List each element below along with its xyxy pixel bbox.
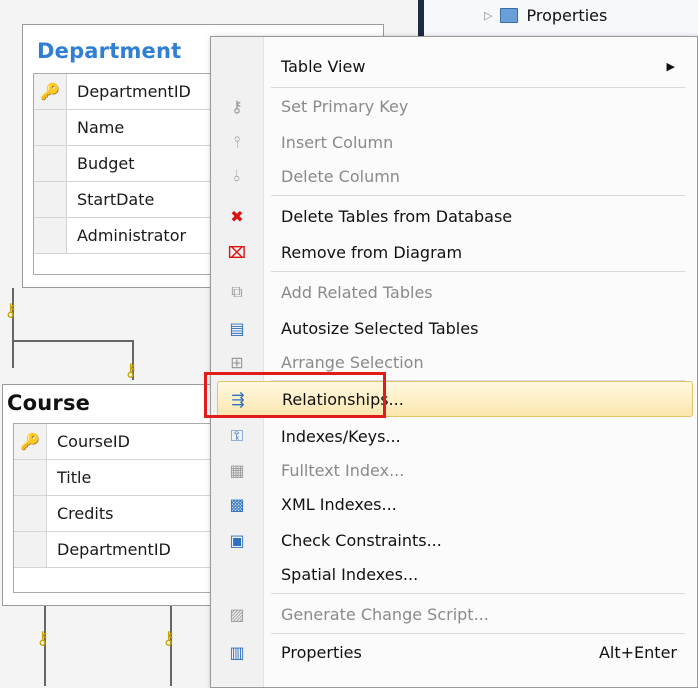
remove-from-diagram-icon: ⌧ xyxy=(227,242,247,262)
submenu-arrow-icon: ▶ xyxy=(666,59,675,73)
delete-table-icon: ✖ xyxy=(230,206,244,226)
xml-indexes-icon: ▩ xyxy=(229,494,245,514)
menu-item-fulltext-index[interactable]: ▦ Fulltext Index... xyxy=(217,453,691,487)
shortcut-label: Alt+Enter xyxy=(598,642,677,662)
menu-item-remove-from-diagram[interactable]: ⌧ Remove from Diagram xyxy=(217,235,691,269)
column-name: DepartmentID xyxy=(77,82,191,101)
menu-item-delete-column[interactable]: ⫰ Delete Column xyxy=(217,159,691,193)
menu-item-xml-indexes[interactable]: ▩ XML Indexes... xyxy=(217,487,691,521)
menu-item-generate-change-script[interactable]: ▨ Generate Change Script... xyxy=(217,597,691,631)
menu-item-properties[interactable]: ▥ Properties Alt+Enter xyxy=(217,635,691,669)
insert-column-icon: ⫯ xyxy=(233,132,241,151)
relationship-key-icon: ⚷ xyxy=(162,628,176,649)
department-table-title: Department xyxy=(37,39,182,63)
menu-separator xyxy=(271,593,685,594)
properties-folder-icon xyxy=(500,8,519,23)
menu-item-check-constraints[interactable]: ▣ Check Constraints... xyxy=(217,523,691,557)
tree-item-label: Properties xyxy=(526,6,608,25)
course-table-title: Course xyxy=(7,391,91,415)
menu-separator xyxy=(271,195,685,196)
relationship-key-icon: ⚷ xyxy=(4,300,18,321)
menu-item-spatial-indexes[interactable]: Spatial Indexes... xyxy=(217,557,691,591)
check-constraints-icon: ▣ xyxy=(229,530,245,550)
highlight-annotation-box xyxy=(204,372,386,418)
menu-separator xyxy=(271,271,685,272)
context-menu: Table View ▶ ⚷ Set Primary Key ⫯ Insert … xyxy=(210,36,698,688)
column-name: CourseID xyxy=(57,432,130,451)
relationship-key-icon: ⚷ xyxy=(36,628,50,649)
column-name: StartDate xyxy=(77,190,155,209)
properties-icon: ▥ xyxy=(229,642,245,662)
tree-item-properties[interactable]: ▷ Properties xyxy=(484,6,607,25)
menu-separator xyxy=(271,87,685,88)
delete-column-icon: ⫰ xyxy=(233,166,241,185)
autosize-tables-icon: ▤ xyxy=(229,318,245,338)
menu-item-table-view[interactable]: Table View ▶ xyxy=(217,49,691,83)
fulltext-index-icon: ▦ xyxy=(229,460,245,480)
column-name: DepartmentID xyxy=(57,540,171,559)
add-related-tables-icon: ⧉ xyxy=(231,282,243,301)
generate-script-icon: ▨ xyxy=(229,604,245,624)
indexes-keys-icon: ⚿ xyxy=(230,426,244,445)
column-name: Budget xyxy=(77,154,135,173)
menu-item-autosize-tables[interactable]: ▤ Autosize Selected Tables xyxy=(217,311,691,345)
column-name: Credits xyxy=(57,504,114,523)
relationship-line[interactable] xyxy=(12,340,132,342)
relationship-key-icon: ⚷ xyxy=(124,360,138,381)
menu-item-delete-tables[interactable]: ✖ Delete Tables from Database xyxy=(217,199,691,233)
primary-key-icon: 🔑 xyxy=(40,82,60,101)
menu-item-indexes-keys[interactable]: ⚿ Indexes/Keys... xyxy=(217,419,691,453)
column-name: Name xyxy=(77,118,125,137)
expand-arrow-icon[interactable]: ▷ xyxy=(484,9,492,22)
menu-item-set-primary-key[interactable]: ⚷ Set Primary Key xyxy=(217,89,691,123)
menu-item-add-related-tables[interactable]: ⧉ Add Related Tables xyxy=(217,275,691,309)
menu-item-insert-column[interactable]: ⫯ Insert Column xyxy=(217,125,691,159)
primary-key-icon: 🔑 xyxy=(20,432,40,451)
column-name: Title xyxy=(57,468,92,487)
key-icon: ⚷ xyxy=(231,96,243,116)
menu-separator xyxy=(271,633,685,634)
column-name: Administrator xyxy=(77,226,187,245)
